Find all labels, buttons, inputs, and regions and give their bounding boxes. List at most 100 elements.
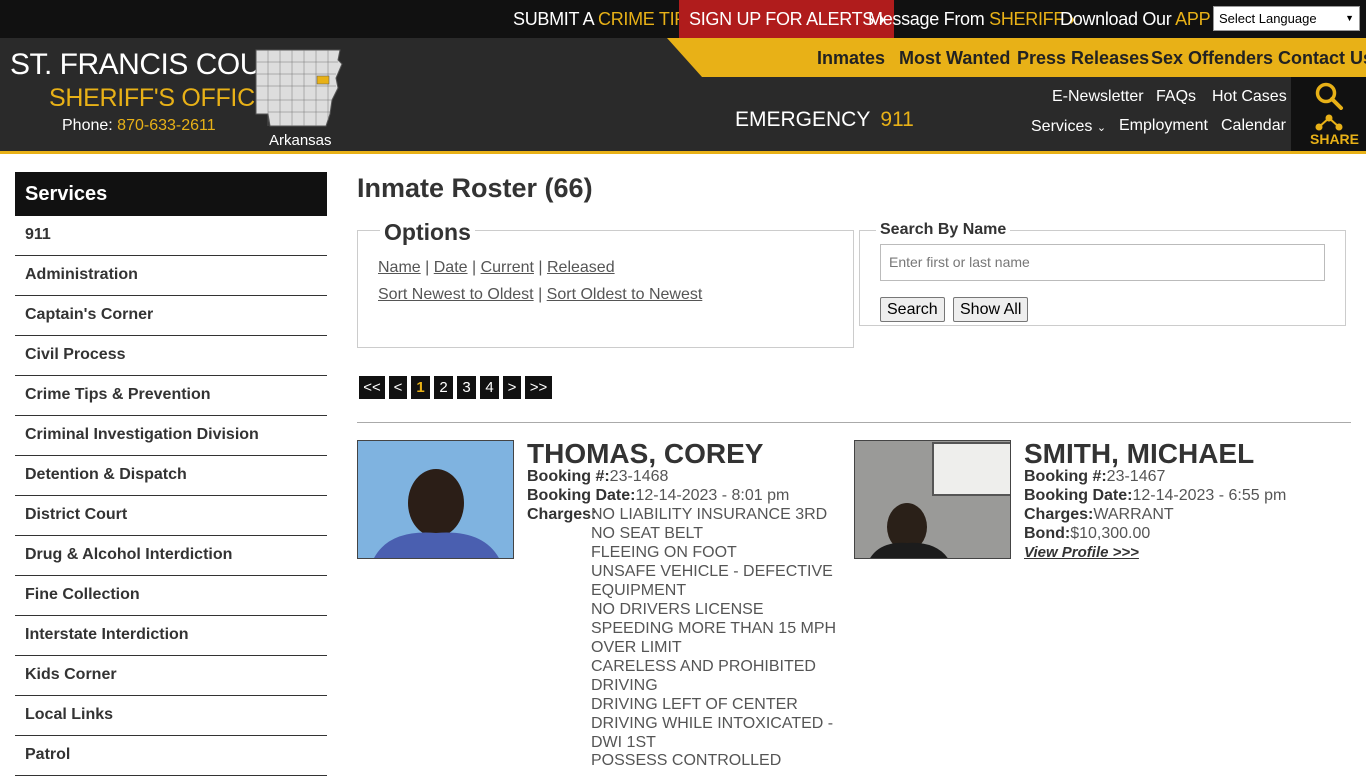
sign-up-alerts-link[interactable]: SIGN UP FOR ALERTS › — [679, 0, 895, 38]
charge-item: DRIVING WHILE INTOXICATED - — [591, 715, 834, 732]
prev-page-button[interactable]: < — [389, 376, 407, 399]
charge-item: DRIVING — [591, 677, 658, 694]
nav-most-wanted[interactable]: Most Wanted — [899, 48, 1010, 69]
language-select[interactable]: Select Language ▼ — [1213, 6, 1360, 31]
language-select-value: Select Language — [1219, 11, 1317, 26]
inmate-name[interactable]: SMITH, MICHAEL — [1024, 438, 1254, 470]
filter-current-link[interactable]: Current — [481, 259, 534, 276]
booking-number-label: Booking #: — [527, 468, 610, 485]
last-page-button[interactable]: >> — [525, 376, 552, 399]
nav-calendar[interactable]: Calendar — [1221, 117, 1286, 135]
page-3-button[interactable]: 3 — [457, 376, 476, 399]
sidebar-item-patrol[interactable]: Patrol — [15, 736, 327, 776]
sidebar-title: Services — [15, 172, 327, 216]
bond-label: Bond: — [1024, 525, 1071, 542]
filter-released-link[interactable]: Released — [547, 259, 615, 276]
nav-contact-us[interactable]: Contact Us — [1278, 48, 1366, 69]
sidebar-item-911[interactable]: 911 — [15, 216, 327, 256]
charge-item: CARELESS AND PROHIBITED — [591, 658, 816, 675]
booking-number: Booking #:23-1468 — [527, 468, 668, 486]
download-app-highlight: APP — [1175, 9, 1210, 29]
charge-item: NO LIABILITY INSURANCE 3RD — [591, 506, 828, 523]
sidebar-item-administration[interactable]: Administration — [15, 256, 327, 296]
booking-date-label: Booking Date: — [527, 487, 636, 504]
sidebar-item-fine-collection[interactable]: Fine Collection — [15, 576, 327, 616]
sort-by-name-link[interactable]: Name — [378, 259, 421, 276]
charge-item: DWI 1ST — [591, 734, 656, 751]
nav-services[interactable]: Services ⌄ — [1031, 118, 1106, 136]
nav-employment[interactable]: Employment — [1119, 117, 1208, 135]
booking-date-label: Booking Date: — [1024, 487, 1133, 504]
sidebar-item-interstate-interdiction[interactable]: Interstate Interdiction — [15, 616, 327, 656]
chevron-down-icon: ⌄ — [1096, 122, 1107, 134]
sidebar-item-district-court[interactable]: District Court — [15, 496, 327, 536]
bond-value: $10,300.00 — [1070, 525, 1151, 542]
booking-number-value: 23-1468 — [609, 468, 669, 485]
message-from-sheriff-link[interactable]: Message From SHERIFF › — [868, 0, 1075, 38]
sort-oldest-link[interactable]: Sort Oldest to Newest — [547, 286, 703, 303]
sort-field-links: Name | Date | Current | Released — [378, 259, 615, 276]
booking-date: Booking Date:12-14-2023 - 6:55 pm — [1024, 487, 1286, 505]
show-all-button[interactable]: Show All — [953, 297, 1029, 322]
phone-label: Phone: — [62, 117, 113, 134]
sidebar-item-local-links[interactable]: Local Links — [15, 696, 327, 736]
charge-item: SPEEDING MORE THAN 15 MPH — [591, 620, 837, 637]
nav-services-label: Services — [1031, 118, 1093, 135]
emergency-label: EMERGENCY — [735, 108, 871, 131]
inmate-photo[interactable] — [854, 440, 1011, 559]
charges-label-text: Charges: — [527, 506, 597, 523]
charge-item: EQUIPMENT — [591, 582, 687, 599]
inmate-name[interactable]: THOMAS, COREY — [527, 438, 763, 470]
charge-item: DRIVING LEFT OF CENTER — [591, 696, 798, 713]
sidebar-item-criminal-investigation[interactable]: Criminal Investigation Division — [15, 416, 327, 456]
inmate-photo[interactable] — [357, 440, 514, 559]
download-app-link[interactable]: Download Our APP › — [1060, 0, 1221, 38]
sidebar-item-civil-process[interactable]: Civil Process — [15, 336, 327, 376]
phone-number: 870-633-2611 — [117, 117, 216, 134]
sidebar-item-captains-corner[interactable]: Captain's Corner — [15, 296, 327, 336]
sign-up-alerts-label: SIGN UP FOR ALERTS — [689, 9, 874, 29]
page-2-button[interactable]: 2 — [434, 376, 453, 399]
sidebar-item-detention-dispatch[interactable]: Detention & Dispatch — [15, 456, 327, 496]
sidebar-item-drug-alcohol[interactable]: Drug & Alcohol Interdiction — [15, 536, 327, 576]
search-icon[interactable] — [1314, 82, 1344, 110]
download-app-prefix: Download Our — [1060, 9, 1176, 29]
sidebar-item-kids-corner[interactable]: Kids Corner — [15, 656, 327, 696]
search-legend: Search By Name — [876, 221, 1011, 239]
booking-date-value: 12-14-2023 - 8:01 pm — [635, 487, 790, 504]
submit-crime-tip-link[interactable]: SUBMIT A CRIME TIP › — [513, 0, 696, 38]
emergency-number[interactable]: EMERGENCY 911 — [735, 108, 914, 132]
booking-number-label: Booking #: — [1024, 468, 1107, 485]
charge-item: POSSESS CONTROLLED — [591, 752, 782, 769]
view-profile-link[interactable]: View Profile >>> — [1024, 544, 1139, 561]
nav-press-releases[interactable]: Press Releases — [1017, 48, 1149, 69]
nav-faqs[interactable]: FAQs — [1156, 88, 1196, 106]
share-label[interactable]: SHARE — [1310, 131, 1359, 147]
message-from-sheriff-highlight: SHERIFF — [989, 9, 1065, 29]
header-phone[interactable]: Phone: 870-633-2611 — [62, 117, 216, 135]
search-button[interactable]: Search — [880, 297, 945, 322]
sort-newest-link[interactable]: Sort Newest to Oldest — [378, 286, 534, 303]
sort-by-date-link[interactable]: Date — [434, 259, 468, 276]
submit-crime-tip-highlight: CRIME TIP — [598, 9, 686, 29]
page-4-button[interactable]: 4 — [480, 376, 499, 399]
page-1-button[interactable]: 1 — [411, 376, 430, 399]
header-border — [0, 151, 1366, 154]
search-input[interactable]: Enter first or last name — [880, 244, 1325, 281]
nav-hot-cases[interactable]: Hot Cases — [1212, 88, 1287, 106]
state-label: Arkansas — [269, 132, 332, 149]
booking-date-value: 12-14-2023 - 6:55 pm — [1132, 487, 1287, 504]
first-page-button[interactable]: << — [359, 376, 385, 399]
site-subtitle[interactable]: SHERIFF'S OFFICE — [49, 84, 272, 113]
booking-number: Booking #:23-1467 — [1024, 468, 1165, 486]
submit-crime-tip-prefix: SUBMIT A — [513, 9, 598, 29]
next-page-button[interactable]: > — [503, 376, 521, 399]
nav-sex-offenders[interactable]: Sex Offenders — [1151, 48, 1273, 69]
nav-e-newsletter[interactable]: E-Newsletter — [1052, 88, 1144, 106]
message-from-sheriff-prefix: Message From — [868, 9, 990, 29]
nav-inmates[interactable]: Inmates — [817, 48, 885, 69]
share-icon[interactable] — [1314, 114, 1344, 132]
bond: Bond:$10,300.00 — [1024, 525, 1150, 543]
sidebar-item-crime-tips[interactable]: Crime Tips & Prevention — [15, 376, 327, 416]
charge-item: OVER LIMIT — [591, 639, 682, 656]
